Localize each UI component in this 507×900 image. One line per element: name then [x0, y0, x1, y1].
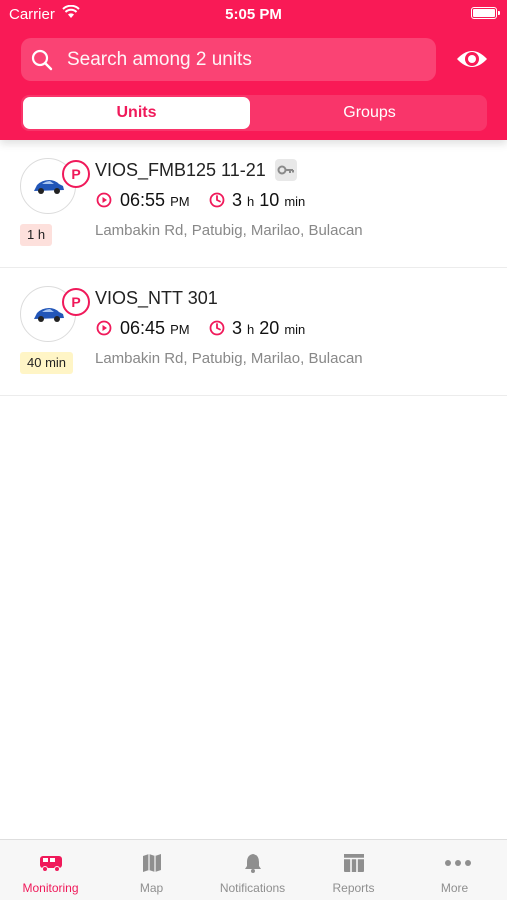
tab-more[interactable]: More: [404, 840, 505, 900]
play-circle-icon: [96, 320, 112, 336]
last-time: 06:45 PM: [120, 318, 190, 338]
last-message-age: 1 h: [20, 224, 53, 246]
battery-icon: [471, 7, 500, 19]
last-message-age: 40 min: [20, 352, 74, 374]
table-icon: [344, 854, 364, 872]
tab-label: Monitoring: [22, 881, 79, 895]
segmented-control: Units Groups: [21, 95, 487, 131]
clock-icon: [209, 192, 225, 208]
parking-badge: P: [62, 160, 90, 188]
ellipsis-icon: [445, 860, 471, 866]
tab-units[interactable]: Units: [23, 97, 250, 129]
last-time: 06:55 PM: [120, 190, 190, 210]
unit-row[interactable]: P 1 h VIOS_FMB125 11-21 06:55 PM 3 h 10 …: [0, 140, 507, 268]
unit-name: VIOS_FMB125 11-21: [95, 160, 266, 180]
bus-icon: [40, 856, 62, 872]
tab-monitoring[interactable]: Monitoring: [0, 840, 101, 900]
parking-badge: P: [62, 288, 90, 316]
map-icon: [143, 854, 161, 872]
unit-address: Lambakin Rd, Patubig, Marilao, Bulacan: [95, 350, 363, 367]
tab-label: Notifications: [219, 881, 286, 895]
play-circle-icon: [96, 192, 112, 208]
tab-notifications[interactable]: Notifications: [202, 840, 303, 900]
tab-label: Reports: [332, 881, 375, 895]
unit-name: VIOS_NTT 301: [95, 288, 218, 308]
app-header: Carrier 5:05 PM Units Groups: [0, 0, 507, 140]
car-icon: [34, 308, 64, 322]
eye-icon[interactable]: [455, 45, 489, 73]
search-icon: [31, 49, 53, 71]
bell-icon: [245, 854, 261, 873]
parking-duration: 3 h 20 min: [232, 318, 306, 338]
tab-label: Map: [139, 881, 164, 895]
bottom-tab-bar: Monitoring Map Notifications Reports Mor…: [0, 839, 507, 900]
tab-reports[interactable]: Reports: [303, 840, 404, 900]
unit-address: Lambakin Rd, Patubig, Marilao, Bulacan: [95, 222, 363, 239]
parking-duration: 3 h 10 min: [232, 190, 306, 210]
car-icon: [34, 180, 64, 194]
tab-groups[interactable]: Groups: [254, 97, 485, 129]
tab-label: More: [440, 881, 469, 895]
clock-icon: [209, 320, 225, 336]
unit-row[interactable]: P 40 min VIOS_NTT 301 06:45 PM 3 h 20 mi…: [0, 268, 507, 396]
tab-map[interactable]: Map: [101, 840, 202, 900]
search-bar[interactable]: [21, 38, 436, 81]
status-bar: Carrier 5:05 PM: [0, 0, 507, 28]
key-icon: [275, 159, 297, 181]
clock-time: 5:05 PM: [225, 6, 282, 23]
search-input[interactable]: [67, 38, 427, 81]
